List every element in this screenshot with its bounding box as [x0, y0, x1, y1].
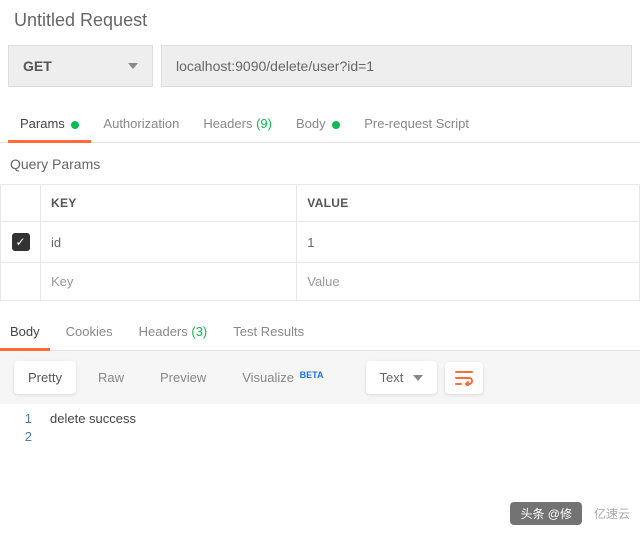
checkbox-checked-icon[interactable]: ✓ — [12, 233, 30, 251]
request-title: Untitled Request — [0, 0, 640, 45]
response-toolbar: Pretty Raw Preview Visualize BETA Text — [0, 351, 640, 404]
param-value-cell[interactable]: 1 — [297, 222, 640, 263]
resp-tab-tests[interactable]: Test Results — [223, 313, 314, 350]
tab-params-label: Params — [20, 116, 65, 131]
param-key-placeholder[interactable]: Key — [41, 263, 297, 301]
tab-authorization[interactable]: Authorization — [91, 105, 191, 142]
beta-badge: BETA — [300, 370, 324, 380]
line-gutter: 1 2 — [0, 410, 50, 446]
param-value-placeholder[interactable]: Value — [297, 263, 640, 301]
status-dot-icon — [71, 121, 79, 129]
resp-tab-headers-label: Headers — [139, 324, 188, 339]
query-params-table: KEY VALUE ✓ id 1 Key Value — [0, 184, 640, 301]
http-method-select[interactable]: GET — [8, 45, 153, 87]
tab-headers[interactable]: Headers (9) — [191, 105, 284, 142]
watermark-right: 亿速云 — [594, 505, 630, 522]
view-raw-button[interactable]: Raw — [84, 361, 138, 394]
watermark-left: 头条 @修 — [510, 502, 582, 525]
view-pretty-button[interactable]: Pretty — [14, 361, 76, 394]
tab-headers-count: (9) — [256, 116, 272, 131]
tab-params[interactable]: Params — [8, 105, 91, 142]
param-key-cell[interactable]: id — [41, 222, 297, 263]
format-select[interactable]: Text — [366, 361, 438, 394]
table-row[interactable]: ✓ id 1 — [1, 222, 640, 263]
query-params-title: Query Params — [0, 143, 640, 184]
chevron-down-icon — [413, 375, 423, 381]
code-line: delete success — [50, 410, 640, 428]
response-body: 1 2 delete success — [0, 404, 640, 452]
url-input[interactable] — [161, 45, 632, 87]
watermark: 头条 @修 亿速云 — [510, 502, 630, 525]
response-tabs: Body Cookies Headers (3) Test Results — [0, 313, 640, 351]
column-key-header: KEY — [41, 185, 297, 222]
status-dot-icon — [332, 121, 340, 129]
line-number: 2 — [0, 428, 32, 446]
checkbox-header — [1, 185, 41, 222]
resp-tab-headers[interactable]: Headers (3) — [129, 313, 218, 350]
http-method-label: GET — [23, 58, 52, 74]
resp-tab-body[interactable]: Body — [0, 313, 50, 350]
tab-headers-label: Headers — [203, 116, 252, 131]
request-row: GET — [0, 45, 640, 105]
view-preview-button[interactable]: Preview — [146, 361, 220, 394]
wrap-icon — [455, 370, 473, 386]
resp-tab-cookies[interactable]: Cookies — [56, 313, 123, 350]
line-number: 1 — [0, 410, 32, 428]
visualize-label: Visualize — [242, 370, 294, 385]
table-row-empty[interactable]: Key Value — [1, 263, 640, 301]
chevron-down-icon — [128, 63, 138, 69]
column-value-header: VALUE — [297, 185, 640, 222]
response-code[interactable]: delete success — [50, 410, 640, 446]
tab-body[interactable]: Body — [284, 105, 352, 142]
format-label: Text — [380, 370, 404, 385]
wrap-lines-button[interactable] — [445, 362, 483, 394]
resp-tab-headers-count: (3) — [191, 324, 207, 339]
request-tabs: Params Authorization Headers (9) Body Pr… — [0, 105, 640, 143]
tab-body-label: Body — [296, 116, 326, 131]
tab-prerequest[interactable]: Pre-request Script — [352, 105, 481, 142]
view-visualize-button[interactable]: Visualize BETA — [228, 361, 337, 394]
